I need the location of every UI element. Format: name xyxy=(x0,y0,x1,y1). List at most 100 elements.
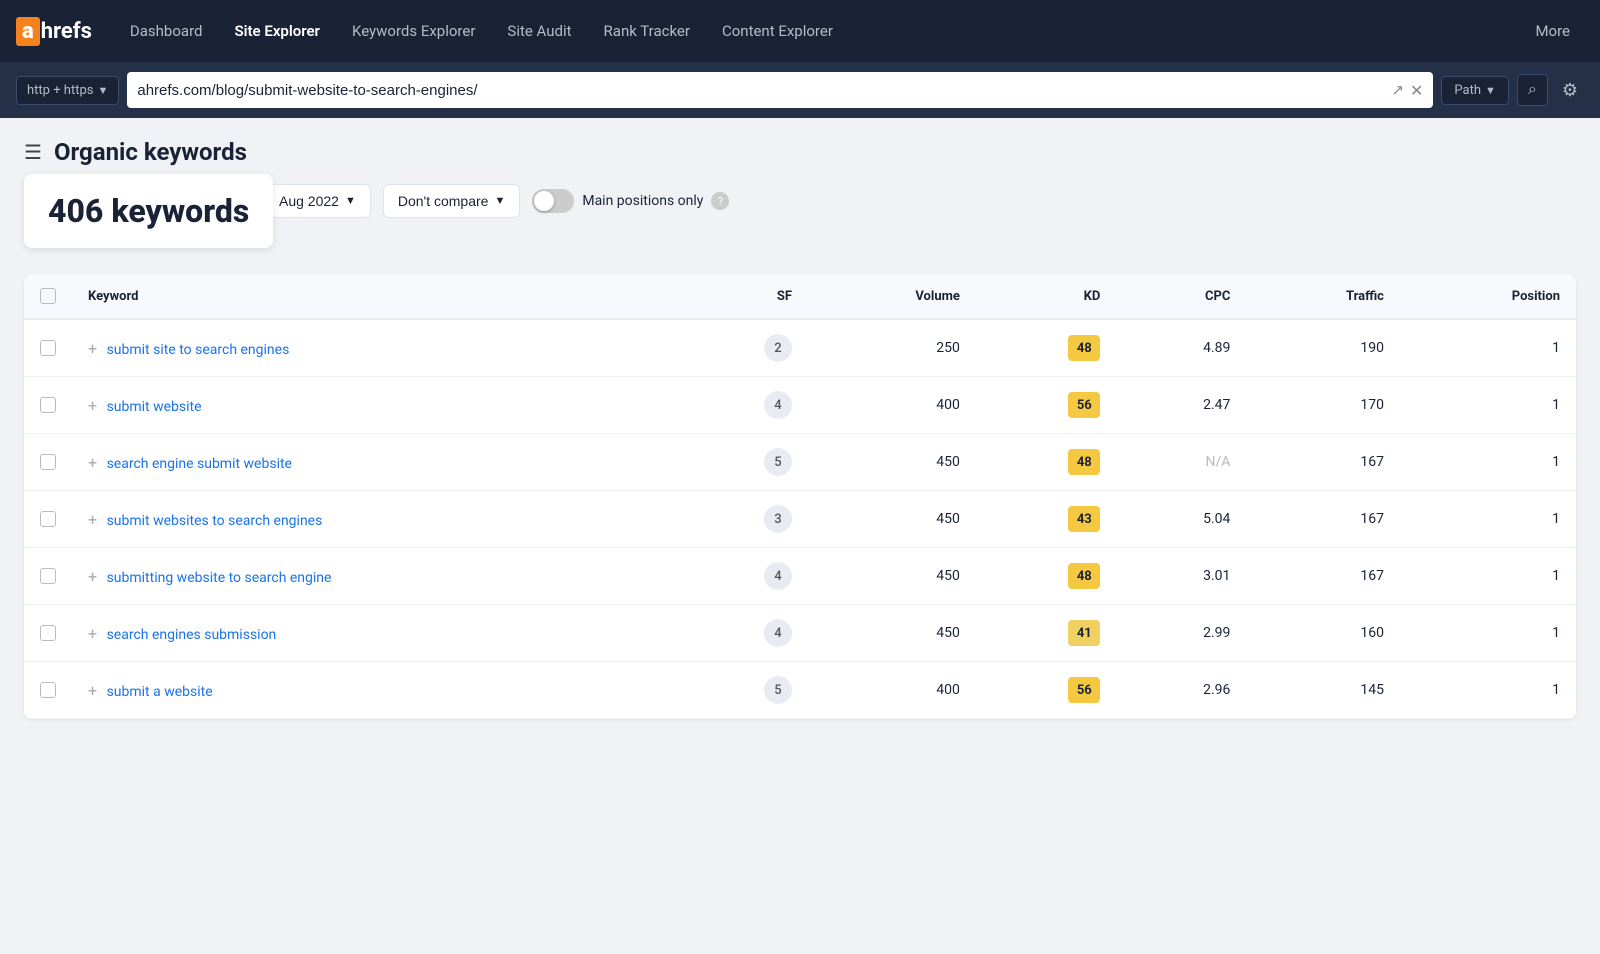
position-value: 1 xyxy=(1552,682,1560,698)
close-icon[interactable]: ✕ xyxy=(1410,81,1423,100)
logo[interactable]: a hrefs xyxy=(16,17,92,46)
row-checkbox[interactable] xyxy=(40,682,56,698)
nav-more[interactable]: More xyxy=(1521,14,1584,48)
keyword-link[interactable]: submit site to search engines xyxy=(107,342,290,358)
sf-badge: 3 xyxy=(764,505,792,533)
kd-cell: 48 xyxy=(976,319,1116,377)
add-keyword-button[interactable]: + xyxy=(88,567,97,586)
add-keyword-button[interactable]: + xyxy=(88,339,97,358)
protocol-select[interactable]: http + https ▼ xyxy=(16,76,119,105)
keyword-link[interactable]: submit website xyxy=(107,399,202,415)
url-input[interactable] xyxy=(137,82,1383,99)
cpc-value: 2.96 xyxy=(1203,682,1230,698)
add-keyword-button[interactable]: + xyxy=(88,510,97,529)
row-checkbox[interactable] xyxy=(40,397,56,413)
cpc-cell: 2.47 xyxy=(1116,377,1246,434)
url-bar: http + https ▼ ↗ ✕ Path ▼ ⌕ ⚙ xyxy=(0,62,1600,118)
help-icon[interactable]: ? xyxy=(711,192,729,210)
main-content: ☰ Organic keywords 406 keywords Aug 2022… xyxy=(0,118,1600,954)
cpc-cell: 2.99 xyxy=(1116,605,1246,662)
position-cell: 1 xyxy=(1400,605,1576,662)
keywords-table-wrapper: Keyword SF Volume KD CPC Traffic Positio… xyxy=(24,274,1576,719)
row-checkbox[interactable] xyxy=(40,511,56,527)
cpc-value: 3.01 xyxy=(1203,568,1230,584)
row-checkbox-cell xyxy=(24,548,72,605)
sf-cell: 5 xyxy=(676,434,808,491)
traffic-value: 167 xyxy=(1360,454,1384,470)
position-cell: 1 xyxy=(1400,548,1576,605)
row-checkbox-cell xyxy=(24,377,72,434)
nav-item-rank-tracker[interactable]: Rank Tracker xyxy=(590,14,704,48)
header-cpc[interactable]: CPC xyxy=(1116,274,1246,319)
sf-badge: 5 xyxy=(764,676,792,704)
nav-item-content-explorer[interactable]: Content Explorer xyxy=(708,14,847,48)
position-value: 1 xyxy=(1552,397,1560,413)
nav-item-dashboard[interactable]: Dashboard xyxy=(116,14,217,48)
header-sf[interactable]: SF xyxy=(676,274,808,319)
path-button[interactable]: Path ▼ xyxy=(1441,76,1509,105)
table-header-row: Keyword SF Volume KD CPC Traffic Positio… xyxy=(24,274,1576,319)
external-link-icon[interactable]: ↗ xyxy=(1391,81,1404,99)
keyword-link[interactable]: submitting website to search engine xyxy=(107,570,332,586)
search-button[interactable]: ⌕ xyxy=(1517,74,1548,106)
main-positions-toggle[interactable] xyxy=(532,189,574,213)
keyword-cell: + submitting website to search engine xyxy=(72,548,676,605)
sf-badge: 4 xyxy=(764,619,792,647)
volume-value: 450 xyxy=(936,568,960,584)
kd-cell: 48 xyxy=(976,548,1116,605)
keyword-link[interactable]: search engines submission xyxy=(107,627,277,643)
nav-item-site-explorer[interactable]: Site Explorer xyxy=(220,14,334,48)
logo-a: a xyxy=(16,17,40,46)
header-position[interactable]: Position xyxy=(1400,274,1576,319)
row-checkbox[interactable] xyxy=(40,625,56,641)
position-cell: 1 xyxy=(1400,377,1576,434)
traffic-cell: 167 xyxy=(1246,491,1400,548)
compare-label: Don't compare xyxy=(398,193,489,209)
table-row: + submitting website to search engine 4 … xyxy=(24,548,1576,605)
kd-badge: 48 xyxy=(1068,563,1100,589)
hamburger-icon[interactable]: ☰ xyxy=(24,140,42,164)
position-value: 1 xyxy=(1552,511,1560,527)
keyword-link[interactable]: search engine submit website xyxy=(107,456,292,472)
keyword-link[interactable]: submit a website xyxy=(107,684,213,700)
row-checkbox-cell xyxy=(24,491,72,548)
position-cell: 1 xyxy=(1400,662,1576,719)
url-input-container: ↗ ✕ xyxy=(127,72,1433,108)
date-chevron-icon: ▼ xyxy=(345,195,356,207)
cpc-cell: N/A xyxy=(1116,434,1246,491)
position-cell: 1 xyxy=(1400,491,1576,548)
volume-cell: 250 xyxy=(808,319,976,377)
date-button[interactable]: Aug 2022 ▼ xyxy=(264,184,371,218)
table-row: + submit website 4 400 56 2.47 170 1 xyxy=(24,377,1576,434)
keyword-cell: + submit website xyxy=(72,377,676,434)
select-all-checkbox[interactable] xyxy=(40,288,56,304)
cpc-cell: 3.01 xyxy=(1116,548,1246,605)
compare-button[interactable]: Don't compare ▼ xyxy=(383,184,521,218)
position-value: 1 xyxy=(1552,625,1560,641)
position-value: 1 xyxy=(1552,454,1560,470)
header-keyword[interactable]: Keyword xyxy=(72,274,676,319)
keyword-count-card: 406 keywords xyxy=(24,174,273,248)
table-row: + submit websites to search engines 3 45… xyxy=(24,491,1576,548)
add-keyword-button[interactable]: + xyxy=(88,681,97,700)
row-checkbox[interactable] xyxy=(40,568,56,584)
keyword-count: 406 keywords xyxy=(48,192,249,230)
nav-item-site-audit[interactable]: Site Audit xyxy=(493,14,585,48)
keyword-link[interactable]: submit websites to search engines xyxy=(107,513,323,529)
traffic-value: 167 xyxy=(1360,511,1384,527)
sf-badge: 2 xyxy=(764,334,792,362)
row-checkbox[interactable] xyxy=(40,454,56,470)
traffic-value: 160 xyxy=(1360,625,1384,641)
add-keyword-button[interactable]: + xyxy=(88,453,97,472)
add-keyword-button[interactable]: + xyxy=(88,396,97,415)
settings-button[interactable]: ⚙ xyxy=(1556,74,1584,107)
sf-badge: 4 xyxy=(764,391,792,419)
nav-item-keywords-explorer[interactable]: Keywords Explorer xyxy=(338,14,489,48)
sf-cell: 4 xyxy=(676,377,808,434)
header-traffic[interactable]: Traffic xyxy=(1246,274,1400,319)
traffic-value: 190 xyxy=(1360,340,1384,356)
header-kd[interactable]: KD xyxy=(976,274,1116,319)
header-volume[interactable]: Volume xyxy=(808,274,976,319)
row-checkbox[interactable] xyxy=(40,340,56,356)
add-keyword-button[interactable]: + xyxy=(88,624,97,643)
